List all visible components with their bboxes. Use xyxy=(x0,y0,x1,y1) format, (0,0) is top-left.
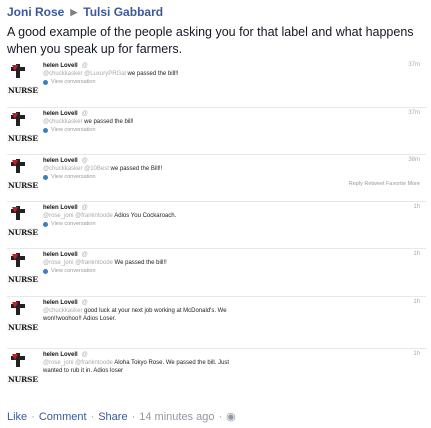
tweet-item: NURSE helen Lovell @ 37m @chuckkasker we … xyxy=(7,107,426,151)
tweet-text-line2: wanted to rub it in. Adios loser xyxy=(43,368,124,374)
author-name-link[interactable]: Joni Rose xyxy=(7,5,64,19)
tweet-text: good luck at your next job working at Mc… xyxy=(82,308,227,314)
tweet-author: helen Lovell xyxy=(43,300,78,306)
tweet-mention: @rose_joni @frankntoode xyxy=(43,360,113,366)
tweet-time: 1h xyxy=(413,251,420,257)
tweet-handle: @ xyxy=(81,158,88,164)
tweet-author: helen Lovell xyxy=(43,111,78,117)
conversation-icon xyxy=(43,221,48,227)
tweet-handle: @ xyxy=(81,205,88,211)
tweet-text: we passed the bill! xyxy=(82,119,134,125)
tweet-time: 38m xyxy=(408,157,420,163)
avatar: NURSE xyxy=(7,157,39,197)
tweet-mention: @rose_joni @frankntoode xyxy=(43,260,113,266)
post-footer: Like · Comment · Share · 14 minutes ago · ◉ xyxy=(7,411,236,423)
view-conversation-link[interactable]: View conversation xyxy=(51,126,96,134)
tweet-handle: @ xyxy=(81,300,88,306)
avatar: NURSE xyxy=(7,62,39,102)
tweet-handle: @ xyxy=(81,352,88,358)
tweet-handle: @ xyxy=(81,63,88,69)
like-link[interactable]: Like xyxy=(7,411,27,423)
tweet-text: we passed the Bill!! xyxy=(108,166,163,172)
badge-icon xyxy=(12,160,18,166)
tweet-actions[interactable]: Reply Retweet Favorite More xyxy=(349,181,420,187)
conversation-icon xyxy=(43,174,48,180)
tweet-author: helen Lovell xyxy=(43,63,78,69)
tweet-handle: @ xyxy=(81,252,88,258)
tweet-handle: @ xyxy=(81,111,88,117)
badge-icon xyxy=(12,65,18,71)
globe-icon: ◉ xyxy=(226,411,236,423)
tweet-mention: @chuckkasker xyxy=(43,308,83,314)
tweet-item: NURSE helen Lovell @ 1h @rose_joni @frank… xyxy=(7,248,426,292)
tweet-author: helen Lovell xyxy=(43,158,78,164)
tweet-time: 37m xyxy=(408,62,420,68)
tweet-time: 1h xyxy=(413,351,420,357)
view-conversation-link[interactable]: View conversation xyxy=(51,267,96,275)
tweet-item: NURSE helen Lovell @ 37m @chuckkasker @Lu… xyxy=(7,60,426,104)
target-name-link[interactable]: Tulsi Gabbard xyxy=(83,5,163,19)
view-conversation-link[interactable]: View conversation xyxy=(51,173,96,181)
tweet-mention: @rose_joni @frankntoode xyxy=(43,213,113,219)
tweet-mention: @chuckkasker xyxy=(43,119,83,125)
post-text: A good example of the people asking you … xyxy=(7,25,414,56)
tweet-item: NURSE helen Lovell @ 1h @rose_joni @frank… xyxy=(7,348,426,392)
avatar: NURSE xyxy=(7,299,39,339)
post-timestamp: 14 minutes ago xyxy=(139,411,215,423)
tweet-author: helen Lovell xyxy=(43,252,78,258)
tweet-time: 37m xyxy=(408,110,420,116)
share-link[interactable]: Share xyxy=(98,411,127,423)
avatar: NURSE xyxy=(7,351,39,391)
tweet-text: Adios You Cockaroach. xyxy=(112,213,177,219)
tweet-mention: @chuckkasker @10Best xyxy=(43,166,109,172)
tweet-mention: @chuckkasker @LuxuryPRGal xyxy=(43,71,126,77)
badge-icon xyxy=(12,207,18,213)
tweet-time: 1h xyxy=(413,299,420,305)
badge-icon xyxy=(12,254,18,260)
avatar: NURSE xyxy=(7,110,39,150)
conversation-icon xyxy=(43,127,48,133)
tweet-author: helen Lovell xyxy=(43,352,78,358)
tweet-screenshot: NURSE helen Lovell @ 37m @chuckkasker @Lu… xyxy=(7,60,426,398)
tweet-text: We passed the bill!! xyxy=(112,260,167,266)
avatar: NURSE xyxy=(7,204,39,244)
tweet-text: Aloha Tokyo Rose. We passed the bill. Ju… xyxy=(112,360,230,366)
tweet-item: NURSE helen Lovell @ 1h @chuckkasker good… xyxy=(7,296,426,340)
conversation-icon xyxy=(43,79,48,85)
tweet-item: NURSE helen Lovell @ 38m @chuckkasker @10… xyxy=(7,154,426,198)
tweet-text-line2: won!!woohoo!! Adios Loser. xyxy=(43,316,117,322)
post-header: Joni Rose ▶ Tulsi Gabbard xyxy=(7,4,163,20)
comment-link[interactable]: Comment xyxy=(39,411,87,423)
badge-icon xyxy=(12,302,18,308)
view-conversation-link[interactable]: View conversation xyxy=(51,220,96,228)
tweet-text: we passed the bill!! xyxy=(125,71,179,77)
avatar: NURSE xyxy=(7,251,39,291)
tweet-author: helen Lovell xyxy=(43,205,78,211)
arrow-right-icon: ▶ xyxy=(70,6,78,17)
conversation-icon xyxy=(43,268,48,274)
badge-icon xyxy=(12,113,18,119)
view-conversation-link[interactable]: View conversation xyxy=(51,78,96,86)
badge-icon xyxy=(12,354,18,360)
tweet-time: 1h xyxy=(413,204,420,210)
tweet-item: NURSE helen Lovell @ 1h @rose_joni @frank… xyxy=(7,201,426,245)
